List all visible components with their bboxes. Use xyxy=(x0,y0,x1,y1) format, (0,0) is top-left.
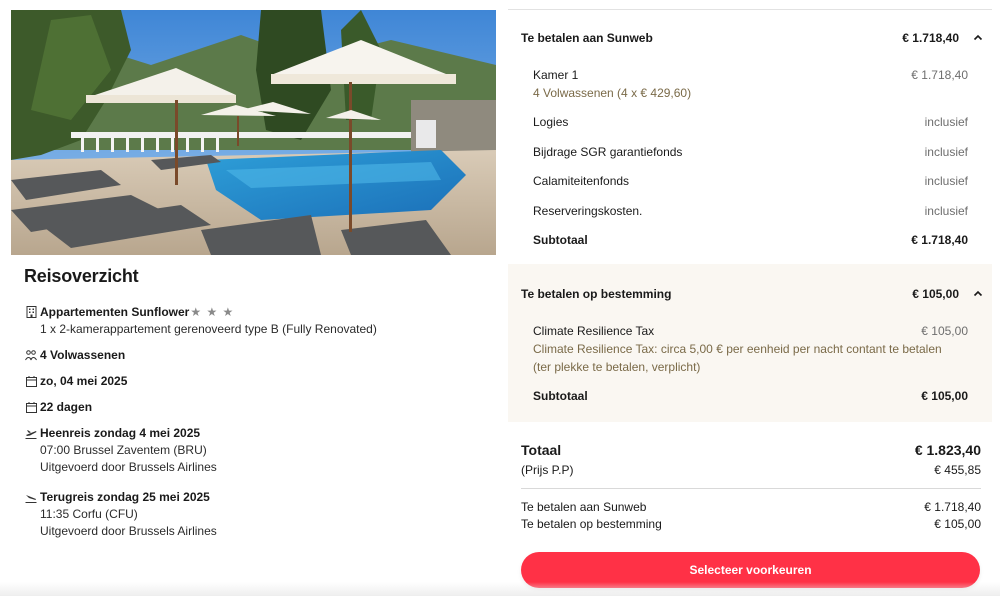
sunweb-section-title: Te betalen aan Sunweb xyxy=(521,31,653,45)
date-item: zo, 04 mei 2025 xyxy=(24,373,494,390)
fee-label: Calamiteitenfonds xyxy=(533,174,630,188)
calendar-icon xyxy=(24,374,38,388)
divider xyxy=(521,488,981,489)
trip-duration: 22 dagen xyxy=(40,400,93,414)
summary-sunweb-value: € 1.718,40 xyxy=(924,500,981,514)
return-carrier: Uitgevoerd door Brussels Airlines xyxy=(40,524,217,538)
destination-section-title: Te betalen op bestemming xyxy=(521,287,672,301)
subtotal-value: € 1.718,40 xyxy=(911,233,968,247)
outbound-carrier: Uitgevoerd door Brussels Airlines xyxy=(40,460,217,474)
travelers-count: 4 Volwassenen xyxy=(40,348,126,362)
summary-destination-label: Te betalen op bestemming xyxy=(521,517,662,531)
plane-arrival-icon xyxy=(24,490,38,504)
building-icon xyxy=(24,305,38,319)
summary-destination-row: Te betalen op bestemming € 105,00 xyxy=(521,517,981,531)
fee-label: Reserveringskosten. xyxy=(533,204,643,218)
fee-value: inclusief xyxy=(924,204,968,218)
pp-value: € 455,85 xyxy=(934,463,981,477)
destination-section-amount: € 105,00 xyxy=(912,287,959,301)
sunweb-subtotal-row: Subtotaal € 1.718,40 xyxy=(533,232,968,249)
sunweb-section-amount: € 1.718,40 xyxy=(902,31,959,45)
sunweb-section-header[interactable]: Te betalen aan Sunweb € 1.718,40 xyxy=(521,31,983,45)
summary-sunweb-label: Te betalen aan Sunweb xyxy=(521,500,647,514)
subtotal-label: Subtotaal xyxy=(533,389,588,403)
room-label: Kamer 1 xyxy=(533,68,579,82)
accommodation-name: Appartementen Sunflower xyxy=(40,305,190,319)
total-label: Totaal xyxy=(521,442,562,458)
outbound-title: Heenreis zondag 4 mei 2025 xyxy=(40,426,201,440)
return-flight: Terugreis zondag 25 mei 2025 11:35 Corfu… xyxy=(24,489,494,540)
outbound-departure: 07:00 Brussel Zaventem (BRU) xyxy=(40,443,207,457)
fee-value: inclusief xyxy=(924,174,968,188)
tax-label: Climate Resilience Tax xyxy=(533,324,655,338)
tax-note: Climate Resilience Tax: circa 5,00 € per… xyxy=(533,342,942,374)
fee-row: Reserveringskosten. inclusief xyxy=(533,203,968,220)
fee-label: Bijdrage SGR garantiefonds xyxy=(533,145,683,159)
room-amount: € 1.718,40 xyxy=(911,68,968,82)
room-row: Kamer 1 € 1.718,40 xyxy=(533,67,968,84)
fee-label: Logies xyxy=(533,115,569,129)
accommodation-item: Appartementen Sunflower★ ★ ★ 1 x 2-kamer… xyxy=(24,304,494,338)
people-icon xyxy=(24,348,38,362)
destination-subtotal-row: Subtotaal € 105,00 xyxy=(533,388,968,405)
chevron-up-icon[interactable] xyxy=(973,33,983,43)
return-title: Terugreis zondag 25 mei 2025 xyxy=(40,490,210,504)
fee-value: inclusief xyxy=(924,115,968,129)
price-breakdown-panel: Te betalen aan Sunweb € 1.718,40 Kamer 1… xyxy=(508,0,1000,596)
trip-overview-panel: Reisoverzicht Appartementen Sunflower★ ★… xyxy=(0,0,508,596)
summary-sunweb-row: Te betalen aan Sunweb € 1.718,40 xyxy=(521,500,981,514)
room-description: 1 x 2-kamerappartement gerenoveerd type … xyxy=(40,322,377,336)
departure-date: zo, 04 mei 2025 xyxy=(40,374,128,388)
travelers-item: 4 Volwassenen xyxy=(24,347,494,364)
subtotal-label: Subtotaal xyxy=(533,233,588,247)
price-per-person-row: (Prijs P.P) € 455,85 xyxy=(521,463,981,477)
fee-value: inclusief xyxy=(924,145,968,159)
duration-item: 22 dagen xyxy=(24,399,494,416)
hotel-pool-photo xyxy=(11,10,496,255)
total-value: € 1.823,40 xyxy=(914,442,981,458)
tax-amount: € 105,00 xyxy=(921,324,968,338)
select-preferences-button[interactable]: Selecteer voorkeuren xyxy=(521,552,980,588)
trip-summary: Reisoverzicht Appartementen Sunflower★ ★… xyxy=(24,266,494,549)
destination-section-header[interactable]: Te betalen op bestemming € 105,00 xyxy=(521,287,983,301)
calendar-icon xyxy=(24,400,38,414)
total-row: Totaal € 1.823,40 xyxy=(521,442,981,458)
star-rating: ★ ★ ★ xyxy=(190,305,235,319)
return-departure: 11:35 Corfu (CFU) xyxy=(40,507,138,521)
fee-row: Logies inclusief xyxy=(533,114,968,131)
plane-departure-icon xyxy=(24,426,38,440)
subtotal-value: € 105,00 xyxy=(921,389,968,403)
fee-row: Calamiteitenfonds inclusief xyxy=(533,173,968,190)
fee-row: Bijdrage SGR garantiefonds inclusief xyxy=(533,144,968,161)
pp-label: (Prijs P.P) xyxy=(521,463,574,477)
chevron-up-icon[interactable] xyxy=(973,289,983,299)
room-note: 4 Volwassenen (4 x € 429,60) xyxy=(533,86,692,100)
outbound-flight: Heenreis zondag 4 mei 2025 07:00 Brussel… xyxy=(24,425,494,476)
tax-row: Climate Resilience Tax € 105,00 xyxy=(533,323,968,340)
divider xyxy=(508,9,992,10)
summary-destination-value: € 105,00 xyxy=(934,517,981,531)
overview-title: Reisoverzicht xyxy=(24,266,139,286)
